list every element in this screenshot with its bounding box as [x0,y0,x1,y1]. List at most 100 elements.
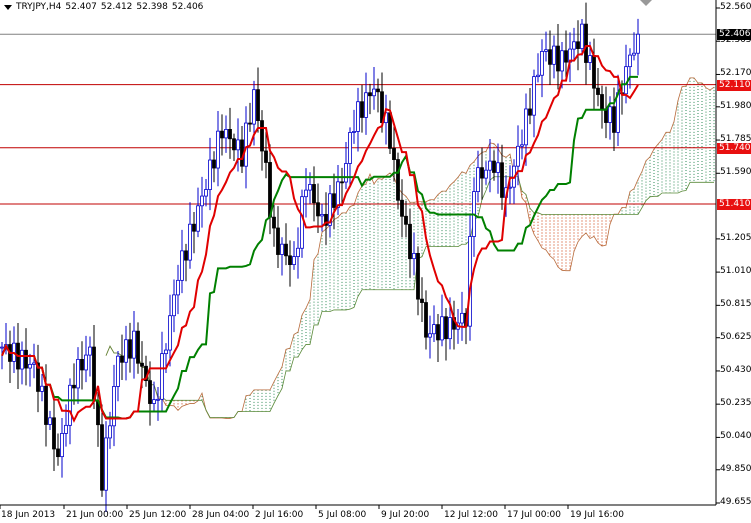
price-tick-label: 52.170 [720,68,751,79]
candle-body [596,87,600,95]
candle-body [164,349,168,355]
candle-body [532,76,536,116]
candle-body [540,51,544,76]
time-tick-label: 25 Jun 12:00 [129,510,187,520]
candle-body [544,49,548,52]
candle-body [68,384,72,426]
candle-body [556,45,560,72]
candle-body [120,355,124,363]
candle-body [236,139,240,151]
candle-body [56,448,60,458]
candle-body [208,159,212,190]
dropdown-triangle-icon[interactable] [4,4,12,10]
candle-body [480,167,484,179]
candle-body [296,247,300,257]
candle-body [84,354,88,371]
candle-body [252,89,256,125]
candle-body [412,252,416,260]
candle-body [168,315,172,351]
candle-body [520,144,524,147]
candle-body [584,23,588,63]
candle-body [172,294,176,317]
candle-body [20,349,24,370]
candle-body [536,74,540,78]
candle-body [148,380,152,404]
shift-marker-icon[interactable] [640,0,652,6]
candle-body [488,160,492,171]
candle-body [396,159,400,201]
candle-body [564,50,568,63]
candle-body [116,355,120,387]
candle-body [432,324,436,335]
candle-body [52,417,56,450]
candle-body [628,54,632,68]
candle-body [528,108,532,116]
price-tag: 52.110 [717,79,751,91]
chart-header: TRYJPY,H4 52.407 52.412 52.398 52.406 [4,2,203,12]
candle-body [284,243,288,257]
candle-body [72,384,76,389]
candle-body [160,353,164,400]
candle-body [308,184,312,191]
price-chart[interactable] [0,0,751,523]
candle-body [48,417,52,425]
price-tick-label: 51.980 [720,100,751,111]
candle-body [400,199,404,217]
candle-body [76,359,80,389]
candles [0,2,640,512]
candle-body [204,189,208,197]
candle-body [264,150,268,163]
candle-body [176,279,180,296]
candle-body [300,196,304,249]
price-tick-label: 50.815 [720,299,751,310]
time-tick-label: 28 Jun 04:00 [192,510,250,520]
close-value: 52.406 [171,2,204,12]
time-tick-label: 9 Jul 20:00 [381,510,430,520]
candle-body [224,129,228,139]
candle-body [428,333,432,338]
candle-body [320,213,324,217]
candle-body [312,184,316,204]
candle-body [132,330,136,359]
candle-body [476,167,480,192]
price-tag: 51.410 [717,198,751,210]
candle-body [244,122,248,167]
candle-body [436,324,440,341]
candle-body [88,346,92,356]
candle-body [140,362,144,367]
candle-body [356,101,360,132]
candle-body [280,243,284,255]
candle-body [180,250,184,281]
time-tick-label: 21 Jun 00:00 [66,510,124,520]
candle-body [92,346,96,402]
ichimoku-lines [1,44,639,423]
candle-body [496,162,500,173]
candle-body [376,88,380,93]
candle-body [576,41,580,49]
candle-body [484,169,488,179]
candle-body [196,205,200,232]
price-tick-label: 51.010 [720,266,751,277]
candle-body [560,50,564,72]
candle-body [228,129,232,140]
candle-body [388,112,392,149]
candle-body [632,52,636,56]
candle-body [128,339,132,359]
candle-body [232,138,236,151]
candle-body [108,425,112,439]
candle-body [516,145,520,167]
candle-body [600,94,604,110]
candle-body [112,386,116,427]
candle-body [156,398,160,401]
candle-body [460,312,464,324]
candle-body [32,362,36,365]
price-tick-label: 51.590 [720,167,751,178]
candle-body [492,160,496,173]
candle-body [272,216,276,229]
candle-body [636,33,640,54]
candle-body [344,163,348,183]
candle-body [220,130,224,139]
candle-body [0,346,4,349]
price-tick-label: 49.655 [720,497,751,507]
candle-body [608,106,612,123]
